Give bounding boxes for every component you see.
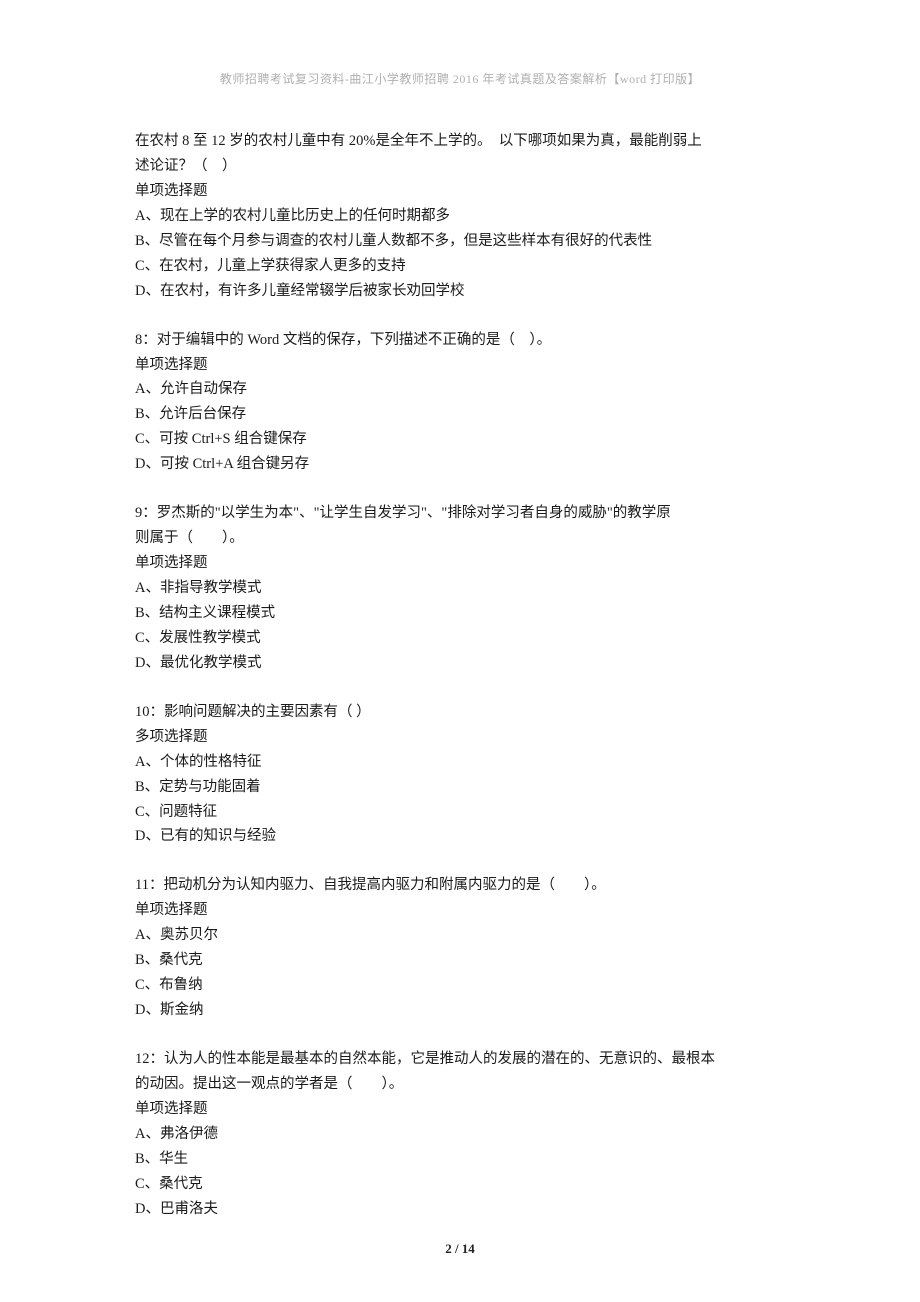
question-type: 单项选择题 xyxy=(135,551,785,576)
question-option: D、斯金纳 xyxy=(135,998,785,1023)
question-block: 在农村 8 至 12 岁的农村儿童中有 20%是全年不上学的。 以下哪项如果为真… xyxy=(135,129,785,304)
question-block: 10：影响问题解决的主要因素有（ ） 多项选择题 A、个体的性格特征 B、定势与… xyxy=(135,700,785,850)
page-footer: 2 / 14 xyxy=(0,1241,920,1257)
question-option: A、现在上学的农村儿童比历史上的任何时期都多 xyxy=(135,204,785,229)
question-option: C、在农村，儿童上学获得家人更多的支持 xyxy=(135,254,785,279)
question-type: 单项选择题 xyxy=(135,1097,785,1122)
spacer xyxy=(135,849,785,873)
spacer xyxy=(135,477,785,501)
question-option: C、可按 Ctrl+S 组合键保存 xyxy=(135,427,785,452)
spacer xyxy=(135,1023,785,1047)
document-body: 在农村 8 至 12 岁的农村儿童中有 20%是全年不上学的。 以下哪项如果为真… xyxy=(135,129,785,1222)
question-type: 单项选择题 xyxy=(135,898,785,923)
document-page: 教师招聘考试复习资料-曲江小学教师招聘 2016 年考试真题及答案解析【word… xyxy=(0,0,920,1222)
question-option: D、已有的知识与经验 xyxy=(135,824,785,849)
question-option: A、奥苏贝尔 xyxy=(135,923,785,948)
question-option: D、可按 Ctrl+A 组合键另存 xyxy=(135,452,785,477)
question-stem-line: 11：把动机分为认知内驱力、自我提高内驱力和附属内驱力的是（ ）。 xyxy=(135,873,785,898)
question-type: 单项选择题 xyxy=(135,179,785,204)
question-stem-line: 9：罗杰斯的"以学生为本"、"让学生自发学习"、"排除对学习者自身的威胁"的教学… xyxy=(135,501,785,526)
question-option: B、桑代克 xyxy=(135,948,785,973)
question-option: C、问题特征 xyxy=(135,800,785,825)
question-option: A、非指导教学模式 xyxy=(135,576,785,601)
spacer xyxy=(135,676,785,700)
question-option: A、个体的性格特征 xyxy=(135,750,785,775)
question-option: B、尽管在每个月参与调查的农村儿童人数都不多，但是这些样本有很好的代表性 xyxy=(135,229,785,254)
question-option: B、结构主义课程模式 xyxy=(135,601,785,626)
question-option: B、定势与功能固着 xyxy=(135,775,785,800)
question-option: A、弗洛伊德 xyxy=(135,1122,785,1147)
question-option: B、允许后台保存 xyxy=(135,402,785,427)
question-block: 9：罗杰斯的"以学生为本"、"让学生自发学习"、"排除对学习者自身的威胁"的教学… xyxy=(135,501,785,676)
question-option: D、在农村，有许多儿童经常辍学后被家长劝回学校 xyxy=(135,279,785,304)
question-stem-line: 则属于（ ）。 xyxy=(135,526,785,551)
question-option: B、华生 xyxy=(135,1147,785,1172)
question-stem-line: 12：认为人的性本能是最基本的自然本能，它是推动人的发展的潜在的、无意识的、最根… xyxy=(135,1047,785,1072)
spacer xyxy=(135,304,785,328)
question-stem-line: 10：影响问题解决的主要因素有（ ） xyxy=(135,700,785,725)
question-block: 12：认为人的性本能是最基本的自然本能，它是推动人的发展的潜在的、无意识的、最根… xyxy=(135,1047,785,1222)
question-type: 多项选择题 xyxy=(135,725,785,750)
page-header: 教师招聘考试复习资料-曲江小学教师招聘 2016 年考试真题及答案解析【word… xyxy=(135,70,785,87)
question-option: C、桑代克 xyxy=(135,1172,785,1197)
question-stem-line: 述论证？（ ） xyxy=(135,154,785,179)
question-block: 11：把动机分为认知内驱力、自我提高内驱力和附属内驱力的是（ ）。 单项选择题 … xyxy=(135,873,785,1023)
question-option: C、发展性教学模式 xyxy=(135,626,785,651)
question-block: 8：对于编辑中的 Word 文档的保存，下列描述不正确的是（ ）。 单项选择题 … xyxy=(135,328,785,478)
question-option: C、布鲁纳 xyxy=(135,973,785,998)
question-option: D、最优化教学模式 xyxy=(135,651,785,676)
question-option: A、允许自动保存 xyxy=(135,377,785,402)
question-stem-line: 8：对于编辑中的 Word 文档的保存，下列描述不正确的是（ ）。 xyxy=(135,328,785,353)
question-stem-line: 在农村 8 至 12 岁的农村儿童中有 20%是全年不上学的。 以下哪项如果为真… xyxy=(135,129,785,154)
question-stem-line: 的动因。提出这一观点的学者是（ ）。 xyxy=(135,1072,785,1097)
question-type: 单项选择题 xyxy=(135,353,785,378)
question-option: D、巴甫洛夫 xyxy=(135,1197,785,1222)
